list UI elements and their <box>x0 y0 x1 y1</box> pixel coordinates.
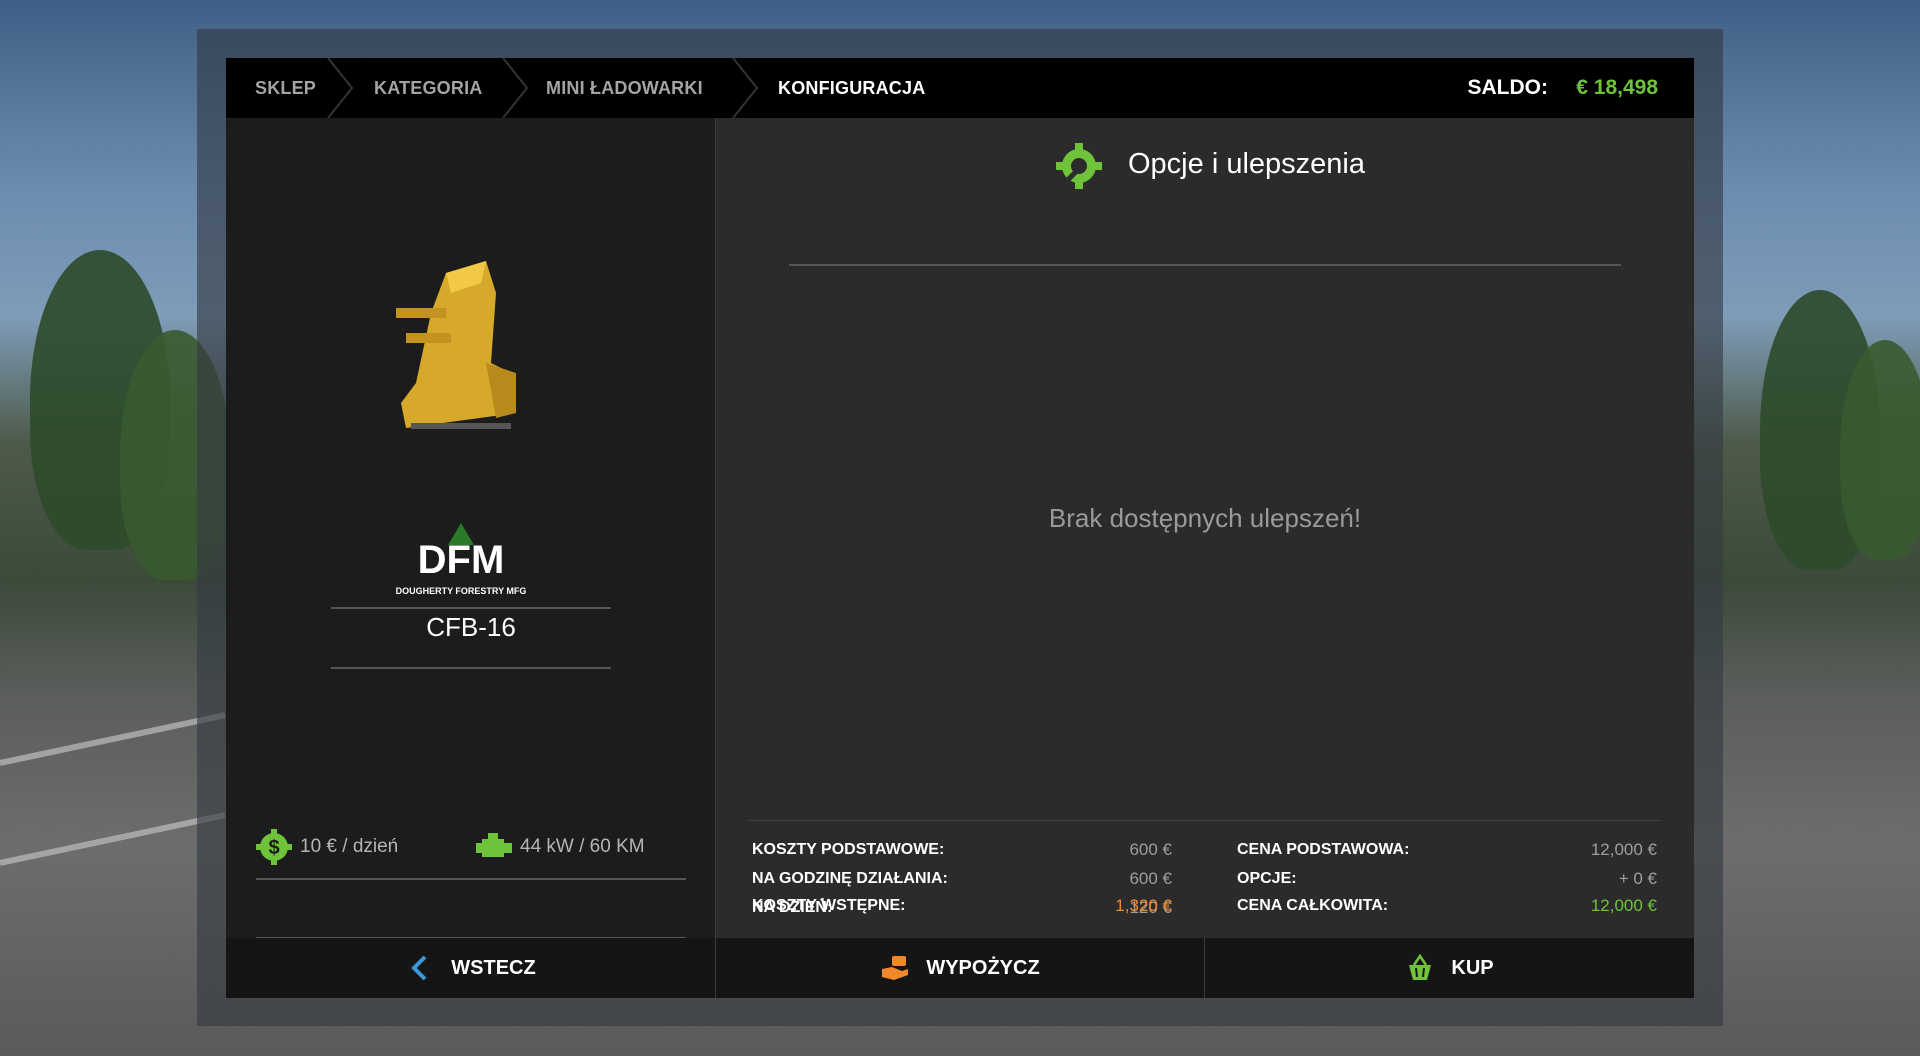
breadcrumb-separator-icon <box>327 58 354 118</box>
divider <box>256 878 686 880</box>
cost-value: 600 € <box>1129 869 1172 888</box>
breadcrumb-item-configuration: KONFIGURACJA <box>778 78 926 98</box>
top-bar: SKLEP KATEGORIA MINI ŁADOWARKI KONFIGURA… <box>226 58 1694 118</box>
buy-button-label: KUP <box>1451 956 1494 979</box>
divider <box>749 820 1661 821</box>
no-upgrades-message: Brak dostępnych ulepszeń! <box>1048 503 1362 533</box>
cost-value: 600 € <box>1129 840 1172 859</box>
cost-row: NA GODZINĘ DZIAŁANIA: 600 € <box>752 865 1172 893</box>
lease-button[interactable]: WYPOŻYCZ <box>716 938 1204 998</box>
lease-button-label: WYPOŻYCZ <box>926 956 1040 979</box>
initial-cost-label: KOSZTY WSTĘPNE: <box>752 897 906 914</box>
divider <box>789 264 1621 266</box>
breadcrumb-separator-icon <box>732 58 759 118</box>
total-price-row: CENA CAŁKOWITA: 12,000 € <box>1237 892 1657 920</box>
breadcrumb-item-mini-loaders[interactable]: MINI ŁADOWARKI <box>546 58 703 118</box>
initial-cost-value: 1,320 € <box>1115 896 1172 915</box>
total-price-label: CENA CAŁKOWITA: <box>1237 897 1389 914</box>
price-label: CENA PODSTAWOWA: <box>1237 841 1410 858</box>
basket-icon <box>1409 953 1432 980</box>
breadcrumb-separator-icon <box>502 58 529 118</box>
dollar-gear-icon: $ <box>256 829 292 865</box>
stat-power: 44 kW / 60 KM <box>476 830 645 864</box>
wrench-gear-icon <box>1056 143 1102 189</box>
cost-label: NA GODZINĘ DZIAŁANIA: <box>752 870 948 887</box>
initial-cost-row: KOSZTY WSTĘPNE: 1,320 € <box>752 892 1172 920</box>
divider <box>331 667 611 669</box>
bottom-action-bar: WSTECZ WYPOŻYCZ KUP <box>226 938 1694 998</box>
breadcrumb-item-shop[interactable]: SKLEP <box>255 58 316 118</box>
back-button[interactable]: WSTECZ <box>226 938 715 998</box>
power-value: 44 kW / 60 KM <box>520 836 645 857</box>
product-info-panel: DFM DOUGHERTY FORESTRY MFG CFB-16 $ 10 €… <box>226 118 715 939</box>
price-value: + 0 € <box>1618 869 1657 888</box>
options-title: Opcje i ulepszenia <box>1128 148 1365 180</box>
balance-label: SALDO: <box>1467 76 1549 99</box>
total-price-value: 12,000 € <box>1590 896 1657 915</box>
product-image <box>396 261 516 429</box>
brand-subtitle: DOUGHERTY FORESTRY MFG <box>395 586 527 596</box>
divider <box>331 607 611 609</box>
svg-text:DFM: DFM <box>418 538 505 582</box>
price-value: 12,000 € <box>1590 840 1657 859</box>
cost-label: KOSZTY PODSTAWOWE: <box>752 841 945 858</box>
daily-cost-value: 10 € / dzień <box>300 836 399 857</box>
buy-button[interactable]: KUP <box>1205 938 1694 998</box>
options-header: Opcje i ulepszenia <box>716 118 1694 218</box>
price-label: OPCJE: <box>1237 870 1297 887</box>
options-panel: Opcje i ulepszenia Brak dostępnych uleps… <box>716 118 1694 939</box>
svg-text:$: $ <box>268 837 279 859</box>
breadcrumb-item-category[interactable]: KATEGORIA <box>374 58 482 118</box>
price-row: CENA PODSTAWOWA: 12,000 € <box>1237 836 1657 864</box>
cost-row: KOSZTY PODSTAWOWE: 600 € <box>752 836 1172 864</box>
hand-money-icon <box>882 956 909 980</box>
product-name: CFB-16 <box>426 612 516 642</box>
engine-icon <box>476 833 512 857</box>
back-button-label: WSTECZ <box>451 956 536 979</box>
price-row: OPCJE: + 0 € <box>1237 865 1657 893</box>
chevron-left-icon <box>411 955 427 981</box>
stat-daily-cost: $ 10 € / dzień <box>256 829 399 865</box>
balance-value: € 18,498 <box>1576 76 1658 99</box>
shop-config-panel: SKLEP KATEGORIA MINI ŁADOWARKI KONFIGURA… <box>226 58 1694 998</box>
